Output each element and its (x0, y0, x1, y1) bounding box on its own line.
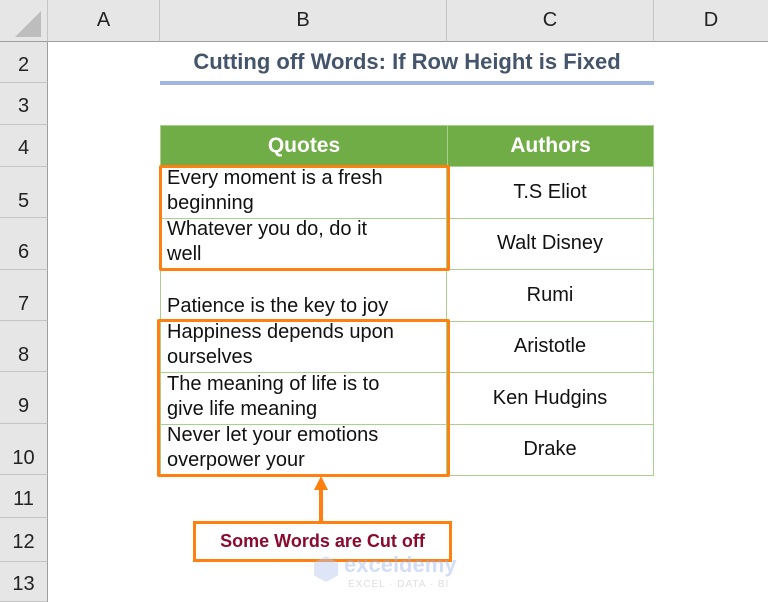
select-all-corner[interactable] (0, 0, 48, 42)
table-header-authors[interactable]: Authors (447, 125, 654, 167)
highlight-box-cut-words-bottom (157, 319, 450, 477)
row-header-2[interactable]: 2 (0, 42, 48, 83)
row-header-9[interactable]: 9 (0, 372, 48, 424)
sheet-title[interactable]: Cutting off Words: If Row Height is Fixe… (160, 46, 654, 78)
column-header-a[interactable]: A (48, 0, 160, 42)
quote-cell[interactable]: Patience is the key to joy (160, 270, 447, 322)
column-header-c[interactable]: C (447, 0, 654, 42)
arrow-up-icon (314, 476, 328, 523)
exceldemy-logo-icon (314, 556, 338, 582)
author-cell[interactable]: Rumi (447, 270, 654, 322)
row-header-11[interactable]: 11 (0, 475, 48, 518)
author-cell[interactable]: Drake (447, 424, 654, 476)
row-header-8[interactable]: 8 (0, 321, 48, 372)
select-all-triangle-icon (15, 11, 41, 37)
title-underline (160, 81, 654, 85)
author-cell[interactable]: Walt Disney (447, 218, 654, 270)
column-header-d[interactable]: D (654, 0, 768, 42)
row-header-3[interactable]: 3 (0, 83, 48, 125)
table-header-quotes[interactable]: Quotes (160, 125, 448, 167)
author-cell[interactable]: T.S Eliot (447, 167, 654, 219)
row-header-4[interactable]: 4 (0, 125, 48, 167)
row-header-10[interactable]: 10 (0, 424, 48, 475)
quote-line: Patience is the key to joy (167, 294, 389, 317)
row-header-7[interactable]: 7 (0, 270, 48, 321)
row-header-12[interactable]: 12 (0, 518, 48, 562)
author-cell[interactable]: Aristotle (447, 321, 654, 373)
highlight-box-cut-words-top (159, 165, 450, 271)
watermark-tagline: EXCEL · DATA · BI (348, 579, 450, 590)
row-header-6[interactable]: 6 (0, 218, 48, 270)
watermark-name: exceldemy (344, 552, 457, 577)
row-header-13[interactable]: 13 (0, 562, 48, 602)
row-header-5[interactable]: 5 (0, 167, 48, 218)
watermark: exceldemy EXCEL · DATA · BI (312, 552, 462, 596)
column-header-b[interactable]: B (160, 0, 447, 42)
author-cell[interactable]: Ken Hudgins (447, 373, 654, 425)
